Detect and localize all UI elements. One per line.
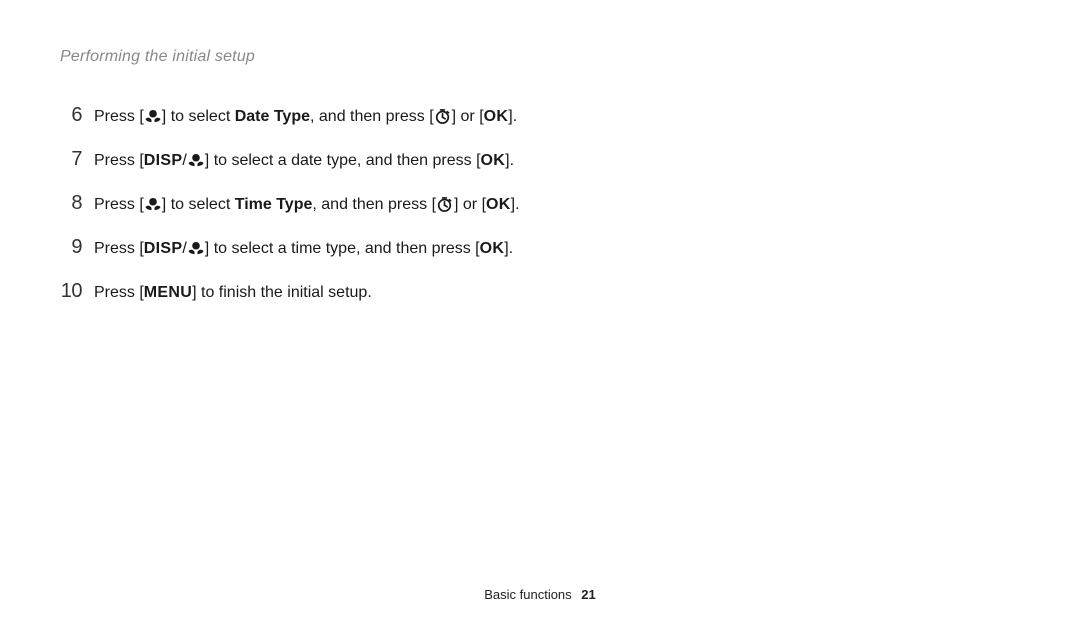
ok-label: OK	[486, 196, 511, 213]
page-footer: Basic functions 21	[0, 587, 1080, 602]
step-item: 7 Press [DISP/] to select a date type, a…	[60, 142, 1020, 176]
menu-label: MENU	[144, 284, 192, 301]
step-list: 6 Press [] to select Date Type, and then…	[60, 98, 1020, 308]
step-number: 10	[60, 274, 82, 308]
macro-icon	[144, 196, 162, 212]
step-item: 6 Press [] to select Date Type, and then…	[60, 98, 1020, 132]
ok-label: OK	[484, 108, 509, 125]
step-number: 8	[60, 186, 82, 220]
timer-icon	[436, 196, 454, 212]
page-header: Performing the initial setup	[60, 48, 1020, 66]
page-number: 21	[581, 587, 595, 602]
step-text: Press [] to select Date Type, and then p…	[94, 103, 517, 130]
step-text: Press [DISP/] to select a date type, and…	[94, 147, 514, 174]
ok-label: OK	[481, 152, 506, 169]
timer-icon	[434, 108, 452, 124]
step-text: Press [MENU] to finish the initial setup…	[94, 279, 372, 306]
disp-label: DISP	[144, 240, 183, 257]
step-text: Press [] to select Time Type, and then p…	[94, 191, 520, 218]
bold-date-type: Date Type	[235, 108, 310, 125]
step-item: 9 Press [DISP/] to select a time type, a…	[60, 230, 1020, 264]
step-item: 8 Press [] to select Time Type, and then…	[60, 186, 1020, 220]
bold-time-type: Time Type	[235, 196, 313, 213]
macro-icon	[187, 152, 205, 168]
macro-icon	[144, 108, 162, 124]
step-text: Press [DISP/] to select a time type, and…	[94, 235, 513, 262]
step-number: 9	[60, 230, 82, 264]
disp-label: DISP	[144, 152, 183, 169]
step-number: 6	[60, 98, 82, 132]
step-item: 10 Press [MENU] to finish the initial se…	[60, 274, 1020, 308]
step-number: 7	[60, 142, 82, 176]
footer-section: Basic functions	[484, 587, 571, 602]
ok-label: OK	[480, 240, 505, 257]
macro-icon	[187, 240, 205, 256]
